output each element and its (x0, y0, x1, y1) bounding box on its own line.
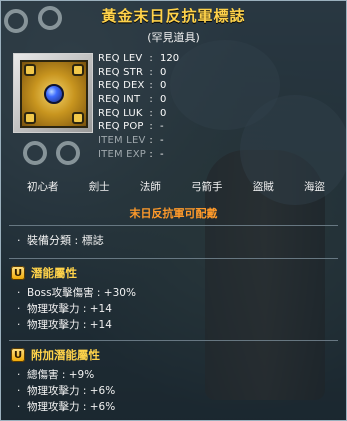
req-row: ITEM LEV : - (98, 134, 218, 148)
emblem-ornament-icon (72, 64, 84, 76)
req-label: ITEM EXP (98, 148, 146, 160)
req-separator: : (149, 107, 153, 119)
equip-restriction-banner: 末日反抗軍可配戴 (129, 207, 218, 220)
unique-additional-potential-badge-icon: U (11, 348, 25, 362)
req-value: - (160, 121, 164, 133)
equipment-category: · 裝備分類 : 標誌 (17, 232, 104, 248)
bullet: · (17, 287, 21, 299)
additional-potential-heading: U 附加潛能屬性 (11, 347, 100, 363)
ring-icon (23, 141, 47, 165)
additional-potential-line-text: 物理攻擊力 : +6% (27, 401, 116, 413)
req-separator: : (149, 80, 153, 92)
potential-line: · 物理攻擊力 : +14 (17, 317, 112, 332)
potential-heading-text: 潛能屬性 (31, 266, 77, 280)
req-row: ITEM EXP : - (98, 148, 218, 162)
job-pirate: 海盜 (303, 181, 325, 193)
bullet: · (17, 369, 21, 381)
job-warrior: 劍士 (88, 181, 110, 193)
req-row: REQ STR : 0 (98, 66, 218, 80)
req-separator: : (149, 66, 153, 78)
req-value: 120 (160, 53, 180, 64)
emblem-ornament-icon (24, 112, 36, 124)
req-label: ITEM LEV (98, 135, 146, 147)
ring-icon (4, 9, 28, 33)
potential-line-text: 物理攻擊力 : +14 (27, 319, 112, 331)
req-row: REQ POP : - (98, 120, 218, 134)
item-rarity: (罕見道具) (147, 31, 200, 44)
req-label: REQ LUK (98, 107, 143, 119)
req-row: REQ LUK : 0 (98, 107, 218, 121)
emblem-ornament-icon (24, 64, 36, 76)
equipment-category-text: 裝備分類 : 標誌 (27, 234, 104, 247)
item-icon-frame (13, 53, 93, 133)
blue-gem-icon (44, 84, 64, 104)
job-bowman: 弓箭手 (191, 181, 223, 193)
potential-line-text: Boss攻擊傷害 : +30% (27, 287, 136, 299)
job-magician: 法師 (139, 181, 161, 193)
divider (9, 258, 338, 259)
divider (9, 225, 338, 226)
job-beginner: 初心者 (27, 181, 59, 193)
potential-line: · 物理攻擊力 : +14 (17, 301, 112, 316)
potential-line: · Boss攻擊傷害 : +30% (17, 285, 136, 300)
game-tooltip-scene: 黃金末日反抗軍標誌 (罕見道具) REQ LEV : 120 REQ STR:… (0, 0, 347, 421)
req-label: REQ STR (98, 66, 144, 78)
req-separator: : (149, 135, 153, 147)
bullet: · (17, 401, 21, 413)
req-separator: : (149, 148, 153, 160)
ring-icon (56, 141, 80, 165)
bullet: · (17, 385, 21, 397)
req-label: REQ LEV (98, 53, 143, 64)
req-value: 0 (160, 80, 167, 92)
additional-potential-line: · 物理攻擊力 : +6% (17, 399, 115, 414)
req-row: REQ LEV : 120 (98, 52, 218, 66)
divider (9, 340, 338, 341)
req-value: 0 (160, 107, 167, 119)
additional-potential-heading-text: 附加潛能屬性 (31, 348, 100, 362)
job-list: 初心者 劍士 法師 弓箭手 盜賊 海盜 (26, 179, 326, 194)
bullet: · (17, 303, 21, 315)
potential-line-text: 物理攻擊力 : +14 (27, 303, 112, 315)
req-separator: : (149, 94, 153, 106)
bullet: · (17, 234, 21, 247)
req-row: REQ DEX : 0 (98, 79, 218, 93)
req-value: - (160, 135, 164, 147)
req-separator: : (149, 53, 153, 64)
emblem-ornament-icon (72, 112, 84, 124)
additional-potential-line: · 物理攻擊力 : +6% (17, 383, 115, 398)
req-label: REQ POP (98, 121, 144, 133)
additional-potential-line-text: 物理攻擊力 : +6% (27, 385, 116, 397)
potential-heading: U 潛能屬性 (11, 265, 77, 281)
unique-potential-badge-icon: U (11, 266, 25, 280)
req-row: REQ INT : 0 (98, 93, 218, 107)
req-value: 0 (160, 94, 167, 106)
ring-icon (38, 6, 62, 30)
additional-potential-line: · 總傷害 : +9% (17, 367, 94, 382)
requirements-list: REQ LEV : 120 REQ STR : 0 REQ DEX : 0 RE… (98, 52, 218, 162)
bullet: · (17, 319, 21, 331)
job-thief: 盜賊 (252, 181, 274, 193)
item-tooltip: 黃金末日反抗軍標誌 (罕見道具) REQ LEV : 120 REQ STR:… (0, 0, 347, 421)
emblem-icon (20, 60, 88, 128)
req-value: - (160, 148, 164, 160)
req-value: 0 (160, 66, 167, 78)
req-label: REQ DEX (98, 80, 145, 92)
req-separator: : (149, 121, 153, 133)
additional-potential-line-text: 總傷害 : +9% (27, 369, 95, 381)
req-label: REQ INT (98, 94, 141, 106)
